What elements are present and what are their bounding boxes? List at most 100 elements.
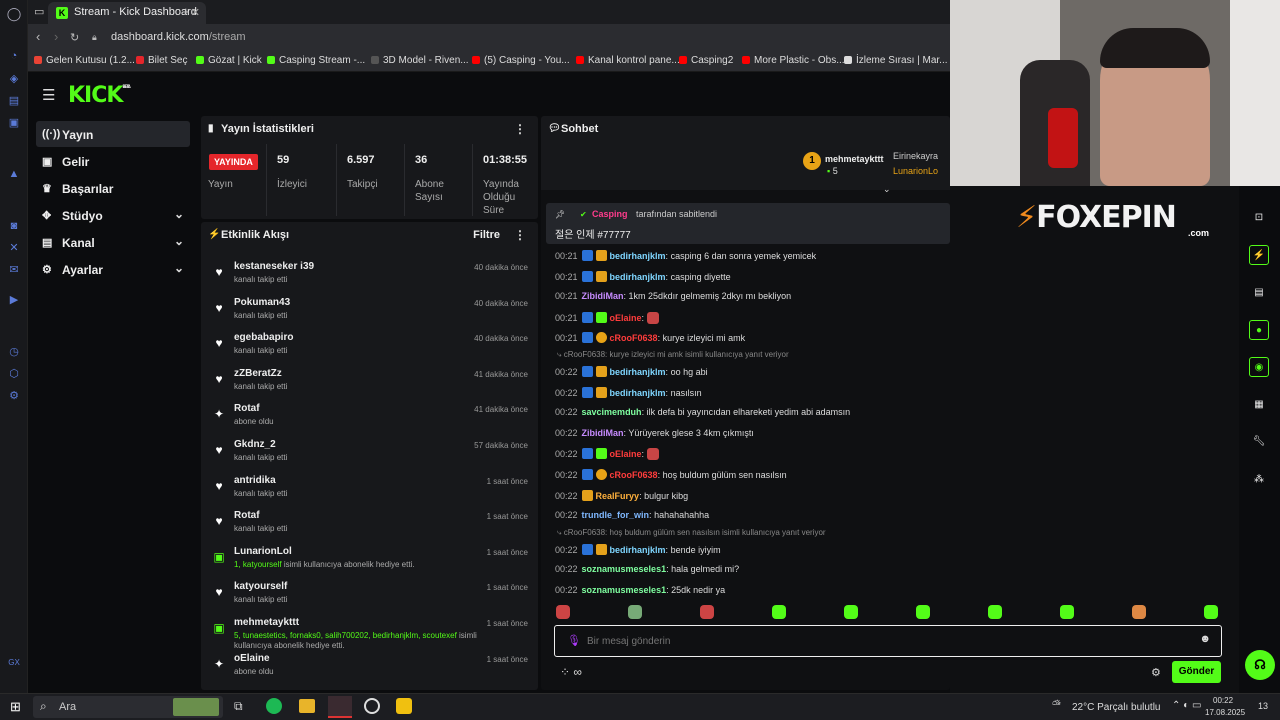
box-icon[interactable]: ⬡: [6, 366, 22, 382]
activity-item[interactable]: ♥ zZBeratZz kanalı takip etti 41 dakika önc…: [201, 365, 538, 401]
windows-start-icon[interactable]: ⊞: [10, 699, 21, 715]
chat-message[interactable]: 00:22 soznamusmeseles1: 25dk nedir ya: [555, 585, 725, 595]
bolt-icon[interactable]: ⚡: [1249, 245, 1269, 265]
chat-message[interactable]: 00:22 ZibidiMan: Yürüyerek glese 3 4km çı…: [555, 428, 754, 438]
chat-message[interactable]: 00:22 cRooF0638: hoş buldum gülüm sen nas…: [555, 469, 787, 480]
bookmark-5[interactable]: (5) Casping - You...: [472, 55, 570, 66]
emote-icon[interactable]: [916, 605, 930, 619]
activity-item[interactable]: ♥ kestaneseker i39 kanalı takip etti 40 dak…: [201, 258, 538, 294]
chat-input-box[interactable]: 🎙︎ ☻: [554, 625, 1222, 657]
chat-message[interactable]: 00:22 soznamusmeseles1: hala gelmedi mi?: [555, 564, 739, 574]
screen-icon[interactable]: ⊡: [1249, 208, 1269, 228]
chat-message[interactable]: 00:21 cRooF0638: kurye izleyici mi amk: [555, 332, 745, 344]
kick-logo[interactable]: KICKBETA: [68, 83, 131, 108]
chat-message[interactable]: 00:21 bedirhanjklm: casping 6 dan sonra y…: [555, 250, 816, 261]
send-button[interactable]: Gönder: [1172, 661, 1221, 683]
tab-menu-icon[interactable]: ▭: [34, 5, 44, 18]
message-user[interactable]: soznamusmeseles1: [582, 585, 667, 595]
message-user[interactable]: soznamusmeseles1: [582, 564, 667, 574]
sidebar-item-gelir[interactable]: ▣ Gelir: [36, 148, 190, 174]
message-user[interactable]: bedirhanjklm: [610, 545, 666, 555]
activity-user[interactable]: Rotaf: [234, 403, 260, 414]
bookmark-2[interactable]: Gözat | Kick: [196, 55, 262, 66]
wrench-icon[interactable]: 🔧︎: [1249, 432, 1269, 452]
obs-icon[interactable]: [364, 698, 380, 714]
activity-item[interactable]: ♥ egebabapiro kanalı takip etti 40 dakika ö…: [201, 329, 538, 365]
gx-icon[interactable]: GX: [6, 655, 22, 671]
app-icon[interactable]: [396, 698, 412, 714]
mic-icon[interactable]: 🎙︎: [567, 634, 581, 647]
message-user[interactable]: bedirhanjklm: [610, 272, 666, 282]
activity-item[interactable]: ♥ Pokuman43 kanalı takip etti 40 dakika önc…: [201, 294, 538, 330]
side-icon-2[interactable]: ◈: [6, 71, 22, 87]
tray-icons[interactable]: ⌃ ◐ ▭: [1172, 700, 1201, 711]
message-user[interactable]: ZibidiMan: [582, 428, 624, 438]
sidebar-item-studyo[interactable]: ✥ Stüdyo ⌄: [36, 202, 190, 228]
chat-message[interactable]: 00:22 savcimemduh: ilk defa bi yayıncıdan…: [555, 407, 850, 417]
message-user[interactable]: ZibidiMan: [582, 291, 624, 301]
activity-user[interactable]: LunarionLol: [234, 546, 292, 557]
sidebar-item-kanal[interactable]: ▤ Kanal ⌄: [36, 229, 190, 255]
chat-message[interactable]: 00:22 RealFuryy: bulgur kibg: [555, 489, 688, 501]
messenger-icon[interactable]: ◙: [6, 218, 22, 234]
taskbar-search[interactable]: ⌕ Ara: [33, 696, 223, 718]
support-icon[interactable]: ☊: [1245, 650, 1275, 680]
emote-icon[interactable]: [988, 605, 1002, 619]
activity-item[interactable]: ✦ oElaine abone oldu 1 saat önce: [201, 650, 538, 686]
side-icon-6[interactable]: ✉: [6, 262, 22, 278]
side-icon-4[interactable]: ▣: [6, 115, 22, 131]
back-icon[interactable]: ‹: [36, 29, 40, 44]
chat-message[interactable]: 00:21 ZibidiMan: 1km 25dkdır gelmemiş 2dk…: [555, 291, 791, 301]
activity-user[interactable]: kestaneseker i39: [234, 261, 314, 272]
task-view-icon[interactable]: ⧉: [234, 699, 243, 714]
side-icon-1[interactable]: ◔: [6, 48, 22, 64]
x-icon[interactable]: ✕: [6, 240, 22, 256]
forward-icon[interactable]: ›: [54, 29, 58, 44]
chat-message[interactable]: 00:21 bedirhanjklm: casping diyette: [555, 270, 731, 282]
kebab-icon[interactable]: ⋮: [514, 228, 526, 242]
play-icon[interactable]: ▶: [6, 292, 22, 308]
activity-item[interactable]: ♥ katyourself kanalı takip etti 1 saat önce: [201, 578, 538, 614]
activity-item[interactable]: ♥ Rotaf kanalı takip etti 1 saat önce: [201, 507, 538, 543]
new-tab-button[interactable]: +: [182, 4, 190, 19]
activity-item[interactable]: ▣ mehmetaykttt 5, tunaestetics, fornaks0, …: [201, 614, 538, 650]
bookmark-0[interactable]: Gelen Kutusu (1.2...: [34, 55, 135, 66]
message-user[interactable]: cRooF0638: [610, 470, 658, 480]
bookmark-3[interactable]: Casping Stream -...: [267, 55, 365, 66]
activity-item[interactable]: ♥ Gkdnz_2 kanalı takip etti 57 dakika önce: [201, 436, 538, 472]
chat-message[interactable]: 00:22 oElaine:: [555, 448, 659, 461]
activity-user[interactable]: antridika: [234, 475, 276, 486]
menu-icon[interactable]: ☰: [42, 86, 55, 104]
message-user[interactable]: bedirhanjklm: [610, 388, 666, 398]
emote-icon[interactable]: [1132, 605, 1146, 619]
filter-button[interactable]: Filtre: [473, 229, 500, 241]
emoji-icon[interactable]: ☻: [1199, 633, 1211, 645]
emote-icon[interactable]: [700, 605, 714, 619]
clock-icon[interactable]: ◷: [6, 344, 22, 360]
activity-user[interactable]: oElaine: [234, 653, 270, 664]
bookmark-4[interactable]: 3D Model - Riven...: [371, 55, 469, 66]
emote-icon[interactable]: [556, 605, 570, 619]
close-tab-icon[interactable]: ✕: [191, 6, 200, 19]
opera-gx-icon[interactable]: [328, 696, 352, 718]
chat-message[interactable]: 00:22 bedirhanjklm: oo hg abi: [555, 366, 708, 377]
chat-settings-icon[interactable]: ⚙: [1151, 666, 1161, 679]
emote-icon[interactable]: [628, 605, 642, 619]
activity-user[interactable]: Rotaf: [234, 510, 260, 521]
kebab-icon[interactable]: ⋮: [514, 122, 526, 136]
message-user[interactable]: bedirhanjklm: [610, 367, 666, 377]
message-user[interactable]: savcimemduh: [582, 407, 642, 417]
sidebar-item-ayarlar[interactable]: ⚙ Ayarlar ⌄: [36, 256, 190, 282]
message-user[interactable]: RealFuryy: [596, 491, 640, 501]
chat-message[interactable]: 00:22 bedirhanjklm: bende iyiyim: [555, 543, 721, 555]
activity-user[interactable]: zZBeratZz: [234, 368, 282, 379]
message-user[interactable]: oElaine: [610, 313, 642, 323]
activity-item[interactable]: ♥ antridika kanalı takip etti 1 saat önce: [201, 472, 538, 508]
url-field[interactable]: dashboard.kick.com/stream: [111, 31, 246, 43]
chat-icon[interactable]: ●: [1249, 320, 1269, 340]
side-icon-3[interactable]: ▤: [6, 93, 22, 109]
side-icon-5[interactable]: ▲: [6, 166, 22, 182]
activity-user[interactable]: Gkdnz_2: [234, 439, 276, 450]
message-user[interactable]: trundle_for_win: [582, 510, 650, 520]
infinity-icon[interactable]: ∞: [573, 665, 582, 679]
